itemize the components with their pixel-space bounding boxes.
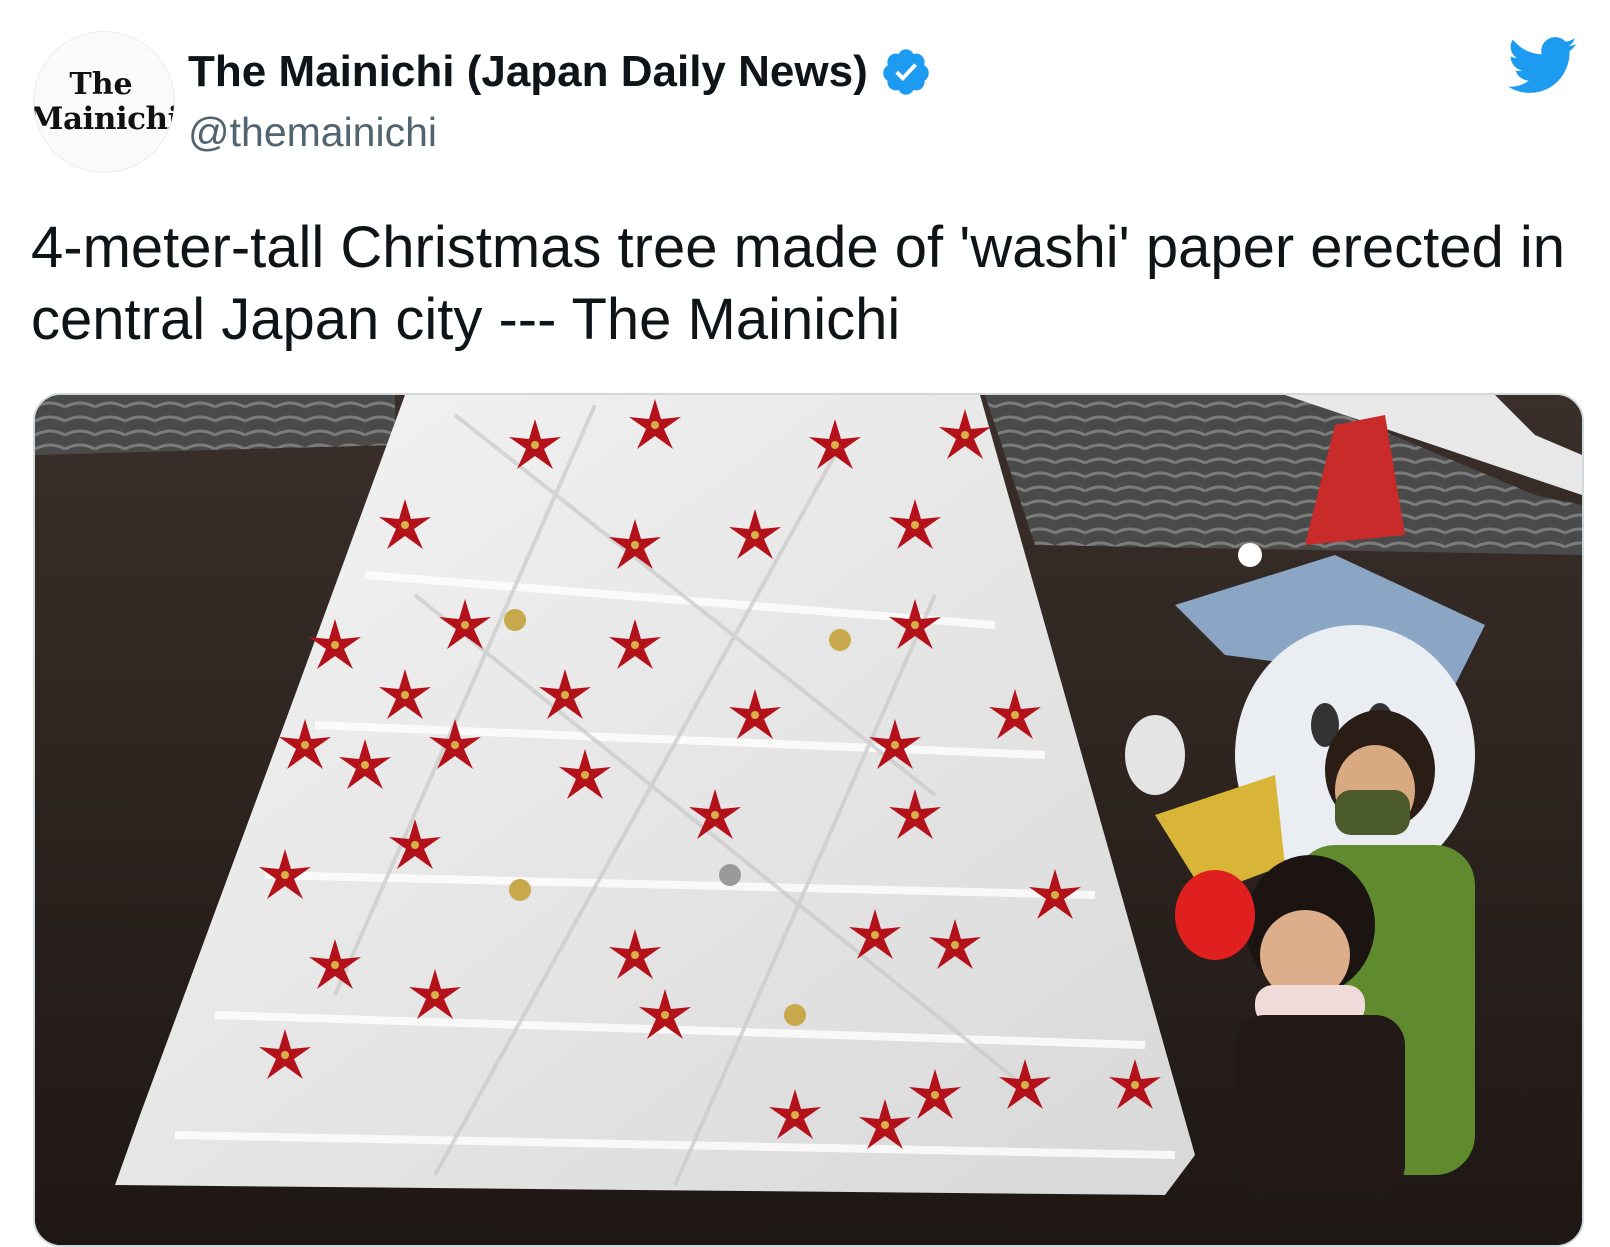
account-handle[interactable]: @themainichi	[188, 106, 437, 158]
account-avatar[interactable]: The Mainichi	[33, 31, 175, 173]
tweet-photo[interactable]	[35, 395, 1582, 1245]
avatar-logo-line2: Mainichi	[33, 101, 175, 137]
twitter-bird-icon[interactable]	[1508, 36, 1578, 96]
verified-badge-icon	[882, 49, 929, 95]
account-display-name-row[interactable]: The Mainichi (Japan Daily News)	[188, 44, 932, 100]
tweet-text: 4-meter-tall Christmas tree made of 'was…	[31, 215, 1565, 352]
tweet-media-card[interactable]	[33, 393, 1584, 1247]
avatar-logo-line1: The	[69, 67, 133, 102]
account-display-name[interactable]: The Mainichi (Japan Daily News)	[188, 44, 868, 100]
tweet-header: The Mainichi The Mainichi (Japan Daily N…	[0, 0, 1610, 190]
